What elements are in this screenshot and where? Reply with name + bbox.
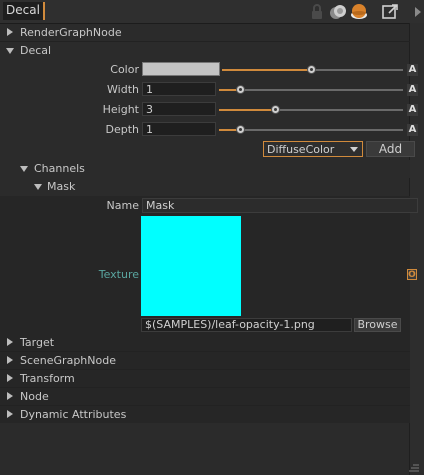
section-label: Node [20, 390, 49, 403]
add-button[interactable]: Add [366, 141, 415, 157]
section-render-graph-node[interactable]: RenderGraphNode [0, 24, 410, 41]
collapsed-arrow-icon [7, 356, 13, 364]
depth-slider-knob[interactable] [236, 125, 245, 134]
height-slider-knob[interactable] [271, 105, 280, 114]
color-slider-track[interactable] [312, 69, 403, 71]
width-label: Width [107, 83, 139, 96]
pop-out-icon[interactable] [381, 3, 399, 21]
width-auto-button[interactable]: A [407, 84, 418, 96]
height-input[interactable]: 3 [142, 102, 216, 116]
section-label: SceneGraphNode [20, 354, 116, 367]
section-decal[interactable]: Decal [0, 42, 410, 59]
section-label: Decal [20, 44, 52, 57]
section-label: Dynamic Attributes [20, 408, 127, 421]
panel-title: Decal [6, 3, 40, 17]
shading-ball-icon[interactable] [350, 3, 368, 21]
width-input[interactable]: 1 [142, 82, 216, 96]
collapsed-arrow-icon [7, 410, 13, 418]
section-label: RenderGraphNode [20, 26, 122, 39]
name-label: Name [106, 199, 139, 212]
depth-auto-button[interactable]: A [407, 124, 418, 136]
collapsed-arrow-icon [7, 28, 13, 36]
chevron-down-icon [350, 147, 358, 152]
texture-path-input[interactable]: $(SAMPLES)/leaf-opacity-1.png [141, 318, 352, 332]
width-slider-track[interactable] [241, 89, 403, 91]
depth-input[interactable]: 1 [142, 122, 216, 136]
layer-select[interactable]: DiffuseColor [263, 141, 363, 157]
resize-grip-icon[interactable] [408, 462, 420, 472]
section-mask[interactable]: Mask [0, 178, 410, 196]
texture-label: Texture [98, 268, 139, 281]
name-input[interactable]: Mask [142, 198, 418, 213]
section-node[interactable]: Node [0, 388, 410, 405]
depth-slider-track[interactable] [241, 129, 403, 131]
section-transform[interactable]: Transform [0, 370, 410, 387]
section-label: Target [20, 336, 55, 349]
section-scene-graph-node[interactable]: SceneGraphNode [0, 352, 410, 369]
color-label: Color [110, 63, 139, 76]
width-slider-knob[interactable] [236, 85, 245, 94]
height-auto-button[interactable]: A [407, 104, 418, 116]
texture-override-button[interactable]: O [407, 269, 417, 280]
material-spheres-icon[interactable] [329, 3, 347, 21]
height-label: Height [102, 103, 139, 116]
section-label: Channels [34, 162, 85, 175]
section-label: Transform [20, 372, 75, 385]
section-dynamic-attributes[interactable]: Dynamic Attributes [0, 406, 410, 423]
collapsed-arrow-icon [7, 392, 13, 400]
expanded-arrow-icon [20, 166, 28, 172]
color-swatch[interactable] [142, 62, 220, 76]
collapsed-arrow-icon [7, 338, 13, 346]
height-slider-track[interactable] [276, 109, 403, 111]
collapsed-arrow-icon [7, 374, 13, 382]
lock-icon[interactable] [308, 3, 326, 21]
browse-button[interactable]: Browse [354, 318, 401, 332]
section-label: Mask [47, 180, 76, 193]
section-channels[interactable]: Channels [0, 160, 410, 178]
expand-arrow-icon[interactable] [415, 7, 421, 17]
color-slider-knob[interactable] [307, 65, 316, 74]
color-auto-button[interactable]: A [407, 64, 418, 76]
depth-label: Depth [105, 123, 139, 136]
height-slider-fill [219, 109, 276, 111]
section-target[interactable]: Target [0, 334, 410, 351]
texture-preview[interactable] [141, 216, 241, 316]
color-slider-fill [222, 69, 312, 71]
expanded-arrow-icon [6, 48, 14, 54]
layer-select-value: DiffuseColor [267, 143, 335, 156]
expanded-arrow-icon [34, 184, 42, 190]
